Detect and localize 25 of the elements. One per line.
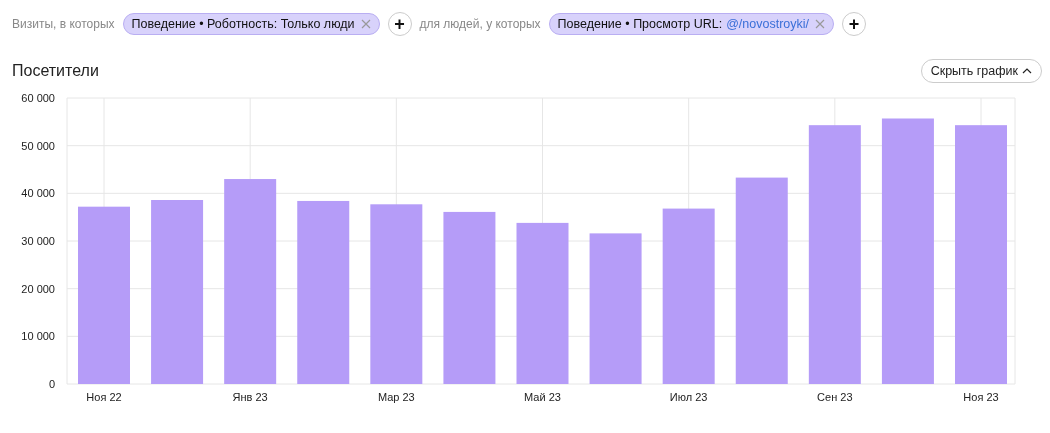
x-tick-label: Ноя 22: [86, 391, 122, 403]
close-icon[interactable]: [360, 19, 371, 29]
x-tick-label: Июл 23: [669, 391, 708, 403]
x-tick-label: Ноя 23: [963, 391, 999, 403]
filter-label: для людей, у которых: [419, 17, 541, 31]
y-tick-label: 60 000: [21, 92, 55, 104]
x-tick-label: Мар 23: [377, 391, 415, 403]
close-icon[interactable]: [815, 19, 826, 29]
y-tick-label: 40 000: [21, 187, 55, 200]
filter-tag[interactable]: Поведение • Просмотр URL: @/novostroyki/: [548, 13, 835, 35]
section-title: Посетители: [12, 62, 99, 80]
x-tick-label: Сен 23: [817, 391, 853, 403]
y-tick-label: 20 000: [21, 282, 55, 295]
filter-tag[interactable]: Поведение • Роботность: Только люди: [122, 13, 380, 35]
x-tick-label: Май 23: [524, 391, 561, 403]
y-tick-label: 30 000: [21, 235, 55, 247]
x-tick-label: Янв 23: [232, 391, 268, 403]
hide-chart-button[interactable]: Скрыть график: [920, 59, 1042, 83]
y-tick-label: 10 000: [21, 330, 55, 343]
y-tick-label: 0: [48, 378, 55, 390]
chevron-up-icon: [1022, 68, 1032, 74]
add-button[interactable]: +: [842, 12, 867, 36]
add-button[interactable]: +: [387, 12, 412, 36]
filter-label: Визиты, в которых: [12, 17, 115, 31]
y-tick-label: 50 000: [21, 139, 55, 152]
